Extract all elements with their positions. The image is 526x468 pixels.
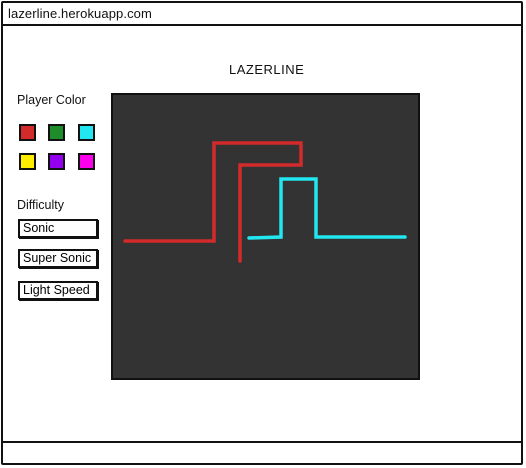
cyan-trail <box>247 177 407 240</box>
address-bar[interactable]: lazerline.herokuapp.com <box>3 3 521 26</box>
game-canvas[interactable] <box>111 93 420 380</box>
difficulty-light-speed-button[interactable]: Light Speed <box>18 281 98 300</box>
color-swatch-yellow[interactable] <box>19 153 36 170</box>
player-color-label: Player Color <box>17 93 86 107</box>
difficulty-sonic-button[interactable]: Sonic <box>18 219 98 238</box>
browser-window: lazerline.herokuapp.com LAZERLINE Player… <box>1 1 523 465</box>
color-swatch-purple[interactable] <box>48 153 65 170</box>
status-bar <box>3 441 521 463</box>
page-title: LAZERLINE <box>229 62 305 77</box>
color-swatch-red[interactable] <box>19 124 36 141</box>
difficulty-super-sonic-button[interactable]: Super Sonic <box>18 249 98 268</box>
trails-svg <box>123 141 407 263</box>
color-swatch-cyan[interactable] <box>78 124 95 141</box>
color-swatch-green[interactable] <box>48 124 65 141</box>
red-trail <box>123 141 303 263</box>
color-swatch-magenta[interactable] <box>78 153 95 170</box>
url-text: lazerline.herokuapp.com <box>8 6 152 21</box>
difficulty-label: Difficulty <box>17 198 65 212</box>
